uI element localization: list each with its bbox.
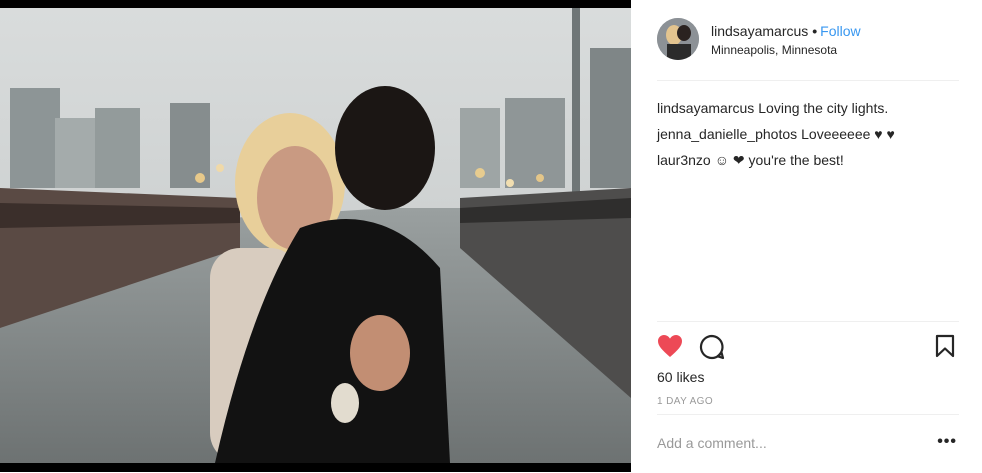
action-bar: 60 likes 1 DAY AGO: [657, 321, 959, 418]
comment-text: ☺ ❤ you're the best!: [714, 152, 844, 168]
comment-text: Loving the city lights.: [758, 100, 889, 116]
list-item: laur3nzo ☺ ❤ you're the best!: [657, 147, 957, 173]
comment-input[interactable]: [657, 435, 917, 451]
comment-text: Loveeeeee ♥ ♥: [801, 126, 895, 142]
comment-author-link[interactable]: laur3nzo: [657, 152, 711, 168]
list-item: jenna_danielle_photos Loveeeeee ♥ ♥: [657, 121, 957, 147]
bookmark-icon[interactable]: [935, 334, 955, 363]
list-item: lindsayamarcus Loving the city lights.: [657, 95, 957, 121]
post-header: lindsayamarcus • Follow Minneapolis, Minne…: [657, 18, 959, 81]
comment-icon[interactable]: [699, 334, 725, 365]
heart-icon[interactable]: [657, 334, 683, 363]
post-photo[interactable]: [0, 8, 631, 463]
location-link[interactable]: Minneapolis, Minnesota: [711, 43, 837, 57]
follow-button[interactable]: Follow: [820, 23, 860, 39]
post-sidebar: lindsayamarcus • Follow Minneapolis, Minne…: [631, 0, 982, 472]
more-options-icon[interactable]: •••: [937, 433, 957, 451]
post-timestamp[interactable]: 1 DAY AGO: [657, 396, 713, 407]
comment-bar: •••: [657, 414, 959, 473]
user-line: lindsayamarcus • Follow: [711, 23, 861, 39]
comment-author-link[interactable]: lindsayamarcus: [657, 100, 754, 116]
post-photo-image: [0, 8, 631, 463]
comments-list: lindsayamarcus Loving the city lights. je…: [657, 95, 957, 173]
username-link[interactable]: lindsayamarcus: [711, 23, 808, 39]
avatar[interactable]: [657, 18, 699, 60]
separator-dot: •: [812, 23, 818, 39]
comment-author-link[interactable]: jenna_danielle_photos: [657, 126, 797, 142]
likes-count[interactable]: 60 likes: [657, 369, 704, 385]
avatar-image: [657, 18, 699, 60]
photo-pane: [0, 0, 631, 472]
